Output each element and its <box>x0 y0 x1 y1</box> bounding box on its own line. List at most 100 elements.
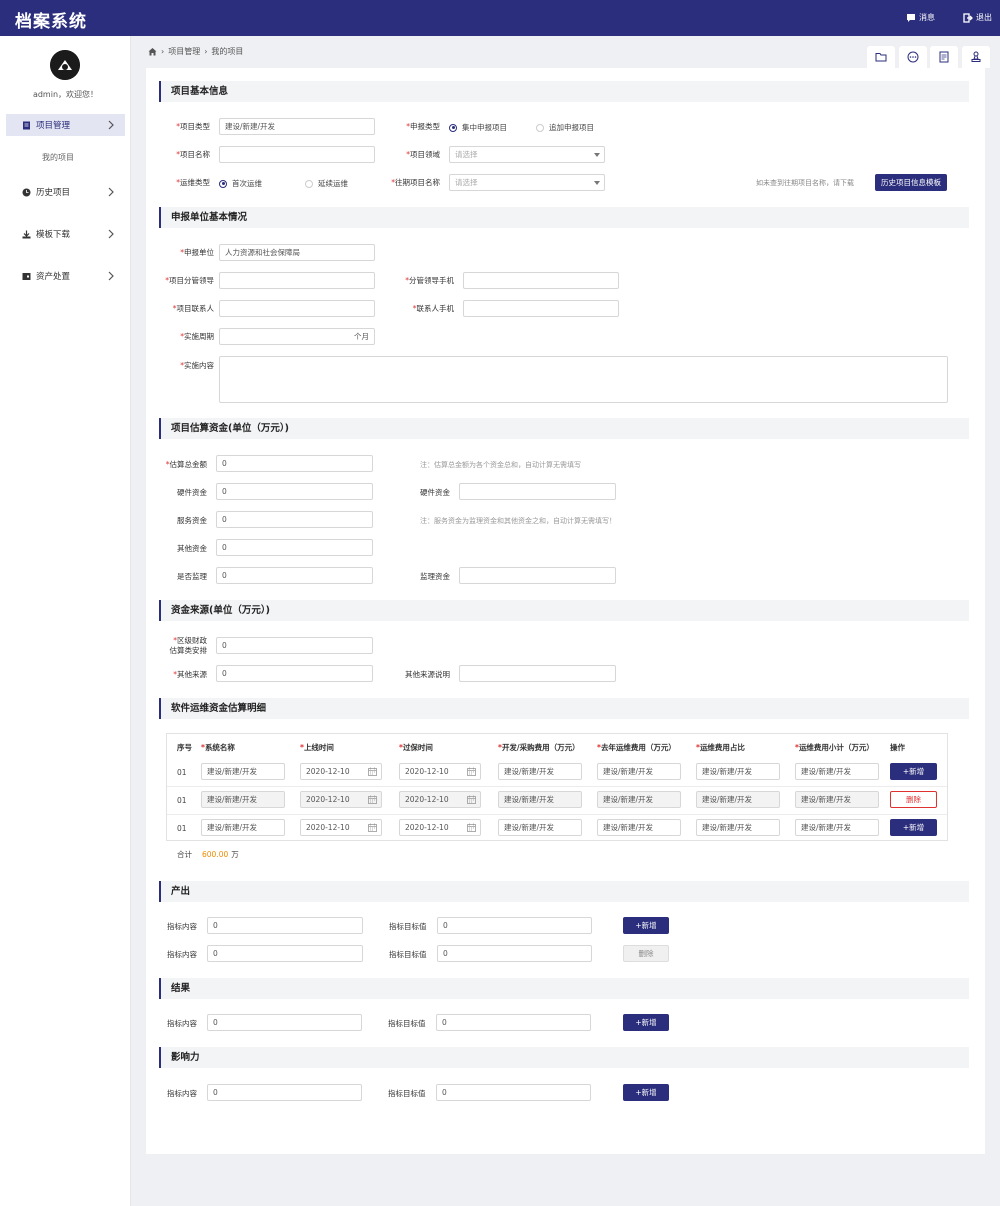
table-cell-dev-input[interactable]: 建设/新建/开发 <box>498 763 582 780</box>
folder-tab[interactable] <box>867 46 895 68</box>
breadcrumb-item[interactable]: 项目管理 <box>168 46 200 57</box>
table-cell-expire-input[interactable]: 2020-12-10 <box>399 763 481 780</box>
table-cell-last-input[interactable]: 建设/新建/开发 <box>597 763 681 780</box>
notes-tab[interactable] <box>930 46 958 68</box>
table-cell-ratio-input[interactable]: 建设/新建/开发 <box>696 763 780 780</box>
leader-input[interactable] <box>219 272 375 289</box>
apply-type-label: 申报类型 <box>398 122 440 132</box>
impact-add-button[interactable]: +新增 <box>623 1084 669 1101</box>
output-indicator-content-input[interactable]: 0 <box>207 917 363 934</box>
sidebar-subitem-my-projects[interactable]: 我的项目 <box>42 152 74 163</box>
more-icon <box>907 51 918 63</box>
total-amount-note: 注：估算总金额为各个资金总和，自动计算无需填写 <box>420 461 581 469</box>
stamp-tab[interactable] <box>961 46 990 68</box>
service-input[interactable]: 0 <box>216 511 373 528</box>
logout-button[interactable]: 退出 <box>963 12 992 23</box>
apply-unit-input[interactable]: 人力资源和社会保障局 <box>219 244 375 261</box>
col-header-online-time: 上线时间 <box>300 742 334 753</box>
more-tab[interactable] <box>898 46 927 68</box>
other-source-input[interactable]: 0 <box>216 665 373 682</box>
calendar-icon[interactable] <box>467 823 476 832</box>
table-cell-online-input[interactable]: 2020-12-10 <box>300 791 382 808</box>
table-cell-subtotal-input[interactable]: 建设/新建/开发 <box>795 763 879 780</box>
calendar-icon[interactable] <box>467 795 476 804</box>
table-cell-dev-input[interactable]: 建设/新建/开发 <box>498 819 582 836</box>
table-cell-no: 01 <box>177 796 187 805</box>
section-basic-info: 项目基本信息 <box>159 81 969 102</box>
sidebar-item-history[interactable]: 历史项目 <box>6 181 125 203</box>
period-label: 实施周期 <box>170 332 214 342</box>
result-indicator-content-input[interactable]: 0 <box>207 1014 362 1031</box>
output-indicator-content-input[interactable]: 0 <box>207 945 363 962</box>
period-input[interactable]: 个月 <box>219 328 375 345</box>
hardware2-input[interactable] <box>459 483 616 500</box>
leader-phone-input[interactable] <box>463 272 619 289</box>
table-cell-online-input[interactable]: 2020-12-10 <box>300 763 382 780</box>
project-field-select[interactable]: 请选择 <box>449 146 605 163</box>
ops-type-radio-first[interactable]: 首次运维 <box>219 178 262 189</box>
supervise-flag-input[interactable]: 0 <box>216 567 373 584</box>
contact-label: 项目联系人 <box>160 304 215 314</box>
table-cell-name-input[interactable]: 建设/新建/开发 <box>201 763 285 780</box>
template-hint: 如未查到往期项目名称，请下载 <box>756 179 854 187</box>
table-cell-name-input[interactable]: 建设/新建/开发 <box>201 819 285 836</box>
table-row-divider <box>167 814 947 815</box>
avatar[interactable] <box>50 50 80 80</box>
contact-input[interactable] <box>219 300 375 317</box>
impact-indicator-content-input[interactable]: 0 <box>207 1084 362 1101</box>
col-header-subtotal: 运维费用小计（万元） <box>795 742 874 753</box>
messages-button[interactable]: 消息 <box>906 12 935 23</box>
table-cell-name-input[interactable]: 建设/新建/开发 <box>201 791 285 808</box>
calendar-icon[interactable] <box>368 795 377 804</box>
leader-label: 项目分管领导 <box>160 276 214 286</box>
sidebar-item-template-download[interactable]: 模板下载 <box>6 223 125 245</box>
table-cell-subtotal-input[interactable]: 建设/新建/开发 <box>795 791 879 808</box>
past-project-select[interactable]: 请选择 <box>449 174 605 191</box>
col-header-ratio: 运维费用占比 <box>696 742 745 753</box>
contact-phone-input[interactable] <box>463 300 619 317</box>
table-cell-expire-input[interactable]: 2020-12-10 <box>399 791 481 808</box>
district-finance-input[interactable]: 0 <box>216 637 373 654</box>
table-row-divider <box>167 786 947 787</box>
output-add-button[interactable]: +新增 <box>623 917 669 934</box>
supervise-fund-input[interactable] <box>459 567 616 584</box>
table-cell-ratio-input[interactable]: 建设/新建/开发 <box>696 791 780 808</box>
calendar-icon[interactable] <box>368 823 377 832</box>
output-indicator-target-input[interactable]: 0 <box>437 917 592 934</box>
table-cell-ratio-input[interactable]: 建设/新建/开发 <box>696 819 780 836</box>
table-cell-last-input[interactable]: 建设/新建/开发 <box>597 791 681 808</box>
sidebar-item-asset-disposal[interactable]: 资产处置 <box>6 265 125 287</box>
table-cell-last-input[interactable]: 建设/新建/开发 <box>597 819 681 836</box>
other-fund-input[interactable]: 0 <box>216 539 373 556</box>
project-name-input[interactable] <box>219 146 375 163</box>
project-type-input[interactable]: 建设/新建/开发 <box>219 118 375 135</box>
history-template-button[interactable]: 历史项目信息模板 <box>875 174 947 191</box>
content-textarea[interactable] <box>219 356 948 403</box>
hardware-input[interactable]: 0 <box>216 483 373 500</box>
row-add-button[interactable]: +新增 <box>890 763 937 780</box>
result-indicator-target-input[interactable]: 0 <box>436 1014 591 1031</box>
table-cell-dev-input[interactable]: 建设/新建/开发 <box>498 791 582 808</box>
table-cell-subtotal-input[interactable]: 建设/新建/开发 <box>795 819 879 836</box>
indicator-target-label: 指标目标值 <box>389 922 427 931</box>
other-source-desc-input[interactable] <box>459 665 616 682</box>
output-delete-button[interactable]: 删除 <box>623 945 669 962</box>
col-header-expire-time: 过保时间 <box>399 742 433 753</box>
apply-type-radio-centralized[interactable]: 集中申报项目 <box>449 122 507 133</box>
row-delete-button[interactable]: 删除 <box>890 791 937 808</box>
col-header-system-name: 系统名称 <box>201 742 235 753</box>
sidebar-item-project-management[interactable]: 项目管理 <box>6 114 125 136</box>
row-add-button[interactable]: +新增 <box>890 819 937 836</box>
impact-indicator-target-input[interactable]: 0 <box>436 1084 591 1101</box>
result-add-button[interactable]: +新增 <box>623 1014 669 1031</box>
home-icon[interactable] <box>148 47 157 56</box>
output-indicator-target-input[interactable]: 0 <box>437 945 592 962</box>
calendar-icon[interactable] <box>467 767 476 776</box>
ops-type-radio-continue[interactable]: 延续运维 <box>305 178 348 189</box>
col-header-dev-cost: 开发/采购费用（万元） <box>498 742 580 753</box>
apply-type-radio-additional[interactable]: 追加申报项目 <box>536 122 594 133</box>
table-cell-online-input[interactable]: 2020-12-10 <box>300 819 382 836</box>
calendar-icon[interactable] <box>368 767 377 776</box>
table-cell-expire-input[interactable]: 2020-12-10 <box>399 819 481 836</box>
total-amount-input[interactable]: 0 <box>216 455 373 472</box>
